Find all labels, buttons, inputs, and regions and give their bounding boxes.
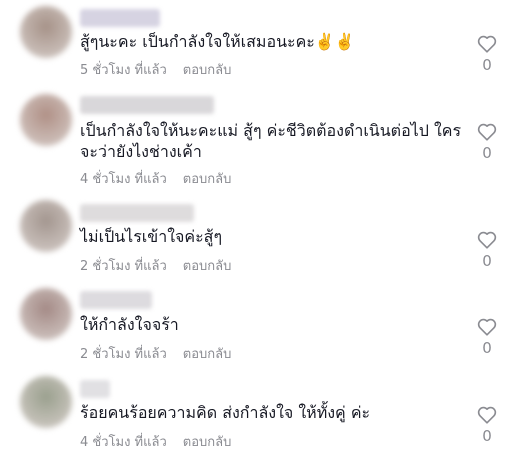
comment-time: 5 ชั่วโมง ที่แล้ว bbox=[80, 63, 167, 78]
reply-button[interactable]: ตอบกลับ bbox=[183, 259, 232, 274]
like-count: 0 bbox=[482, 339, 492, 357]
comment-text: ให้กำลังใจจร้า bbox=[80, 315, 179, 334]
comment-meta: 4 ชั่วโมง ที่แล้ว ตอบกลับ bbox=[80, 168, 231, 189]
heart-outline-icon bbox=[477, 231, 497, 249]
comment-time: 2 ชั่วโมง ที่แล้ว bbox=[80, 347, 167, 362]
like-button[interactable]: 0 bbox=[471, 231, 503, 270]
like-count: 0 bbox=[482, 427, 492, 445]
comment-time: 4 ชั่วโมง ที่แล้ว bbox=[80, 435, 167, 450]
like-button[interactable]: 0 bbox=[471, 318, 503, 357]
comment-meta: 2 ชั่วโมง ที่แล้ว ตอบกลับ bbox=[80, 255, 231, 276]
like-button[interactable]: 0 bbox=[471, 406, 503, 445]
heart-outline-icon bbox=[477, 318, 497, 336]
username[interactable] bbox=[80, 9, 160, 27]
avatar[interactable] bbox=[20, 376, 72, 428]
comment-meta: 4 ชั่วโมง ที่แล้ว ตอบกลับ bbox=[80, 431, 231, 452]
comment-meta: 2 ชั่วโมง ที่แล้ว ตอบกลับ bbox=[80, 343, 231, 364]
username[interactable] bbox=[80, 204, 194, 222]
reply-button[interactable]: ตอบกลับ bbox=[183, 347, 232, 362]
comment-text: เป็นกำลังใจให้นะคะแม่ สู้ๆ ค่ะชีวิตต้องด… bbox=[80, 121, 462, 161]
avatar[interactable] bbox=[20, 200, 72, 252]
comment-time: 2 ชั่วโมง ที่แล้ว bbox=[80, 259, 167, 274]
like-count: 0 bbox=[482, 144, 492, 162]
username[interactable] bbox=[80, 291, 152, 309]
avatar[interactable] bbox=[20, 94, 72, 146]
heart-outline-icon bbox=[477, 406, 497, 424]
avatar[interactable] bbox=[20, 6, 72, 58]
heart-outline-icon bbox=[477, 123, 497, 141]
avatar[interactable] bbox=[20, 288, 72, 340]
like-button[interactable]: 0 bbox=[471, 123, 503, 162]
reply-button[interactable]: ตอบกลับ bbox=[183, 435, 232, 450]
comment-list: สู้ๆนะคะ เป็นกำลังใจให้เสมอนะคะ✌️✌️ 5 ชั… bbox=[0, 0, 522, 464]
reply-button[interactable]: ตอบกลับ bbox=[183, 172, 232, 187]
username[interactable] bbox=[80, 380, 110, 398]
comment-meta: 5 ชั่วโมง ที่แล้ว ตอบกลับ bbox=[80, 59, 231, 80]
comment-time: 4 ชั่วโมง ที่แล้ว bbox=[80, 172, 167, 187]
comment-text: ร้อยคนร้อยความคิด ส่งกำลังใจ ให้ทั้งคู่ … bbox=[80, 403, 371, 422]
like-button[interactable]: 0 bbox=[471, 35, 503, 74]
comment-text: ไม่เป็นไรเข้าใจค่ะสู้ๆ bbox=[80, 227, 223, 246]
username[interactable] bbox=[80, 96, 214, 114]
like-count: 0 bbox=[482, 56, 492, 74]
reply-button[interactable]: ตอบกลับ bbox=[183, 63, 232, 78]
heart-outline-icon bbox=[477, 35, 497, 53]
like-count: 0 bbox=[482, 252, 492, 270]
comment-text: สู้ๆนะคะ เป็นกำลังใจให้เสมอนะคะ✌️✌️ bbox=[80, 32, 355, 51]
